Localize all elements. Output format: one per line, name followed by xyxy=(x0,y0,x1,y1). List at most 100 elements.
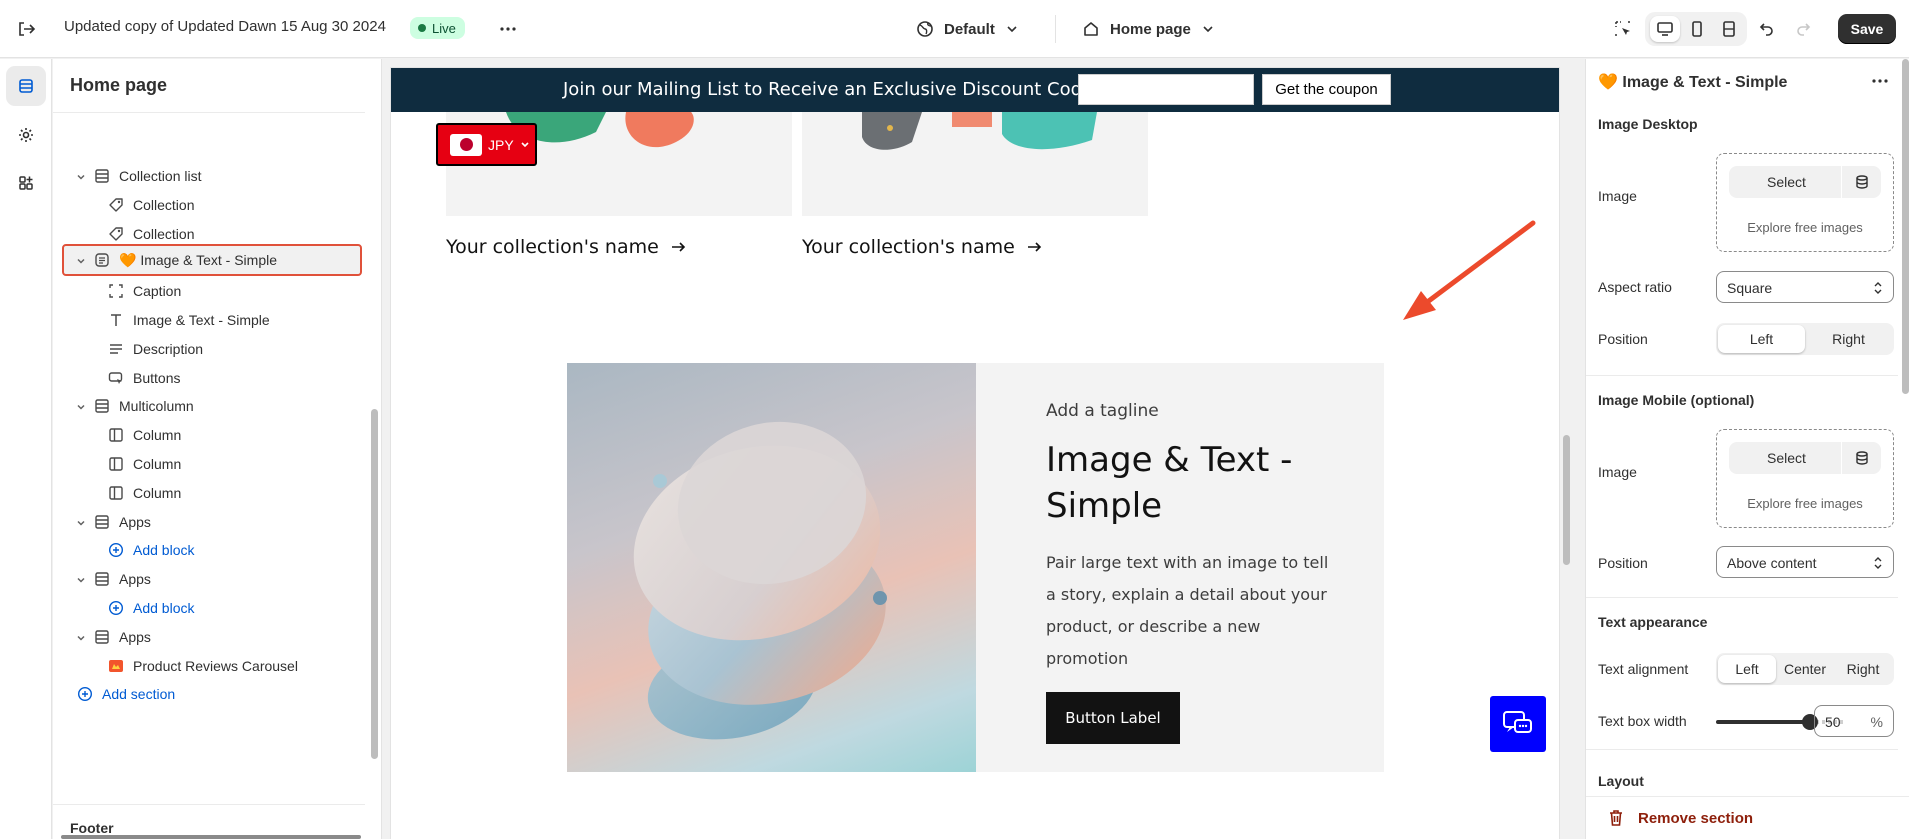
column-icon xyxy=(108,456,124,472)
chat-widget-button[interactable] xyxy=(1490,696,1546,752)
image-label: Image xyxy=(1598,188,1637,204)
add-section-button[interactable]: Add section xyxy=(62,678,362,710)
cta-button[interactable]: Button Label xyxy=(1046,692,1180,744)
divider xyxy=(53,804,365,805)
currency-code: JPY xyxy=(488,136,514,153)
tree-block-row[interactable]: Column xyxy=(62,419,362,451)
chevron-down-icon xyxy=(1203,26,1213,33)
image-mobile-heading: Image Mobile (optional) xyxy=(1598,392,1755,408)
page-selector[interactable]: Home page xyxy=(1082,15,1215,43)
chevron-down-icon[interactable] xyxy=(75,516,87,532)
section-icon xyxy=(94,168,110,184)
tree-block-row[interactable]: Description xyxy=(62,333,362,365)
aspect-ratio-label: Aspect ratio xyxy=(1598,279,1672,295)
sidebar-scrollbar[interactable] xyxy=(371,409,378,759)
globe-icon xyxy=(917,21,933,37)
desktop-view-icon[interactable] xyxy=(1650,16,1680,42)
redo-icon[interactable] xyxy=(1789,15,1817,43)
tree-row-label: Collection xyxy=(133,225,195,242)
section-icon xyxy=(94,514,110,530)
select-image-button[interactable]: Select xyxy=(1729,442,1881,474)
tree-section-row[interactable]: 🧡 Image & Text - Simple xyxy=(62,244,362,277)
more-actions-icon[interactable] xyxy=(1868,69,1892,93)
section-settings-panel: 🧡 Image & Text - Simple Image Desktop Im… xyxy=(1585,59,1909,839)
section-list-icon xyxy=(94,252,110,268)
currency-selector[interactable]: JPY xyxy=(436,123,537,166)
chevron-down-icon[interactable] xyxy=(75,170,87,186)
tree-block-row[interactable]: Collection xyxy=(62,189,362,221)
add-block-button[interactable]: Add block xyxy=(62,592,362,624)
tree-row-label: Column xyxy=(133,456,182,472)
tree-block-row[interactable]: Image & Text - Simple xyxy=(62,304,362,336)
position-right-option[interactable]: Right xyxy=(1805,325,1892,353)
arrow-right-icon xyxy=(671,242,685,252)
tree-row-label: Description xyxy=(133,340,204,357)
select-label: Select xyxy=(1767,174,1806,190)
get-coupon-button[interactable]: Get the coupon xyxy=(1262,74,1391,105)
add-block-button[interactable]: Add block xyxy=(62,534,362,566)
database-icon[interactable] xyxy=(1853,173,1871,191)
exit-icon[interactable] xyxy=(14,17,38,41)
select-image-button[interactable]: Select xyxy=(1729,166,1881,198)
tree-section-row[interactable]: Apps xyxy=(62,621,362,653)
tree-block-row[interactable]: Column xyxy=(62,448,362,480)
text-box-width-input[interactable]: 50 % xyxy=(1814,705,1894,737)
tree-row-label: Add block xyxy=(133,542,195,559)
chevron-down-icon[interactable] xyxy=(75,254,87,270)
tree-block-row[interactable]: Caption xyxy=(62,275,362,307)
chevron-down-icon[interactable] xyxy=(75,631,87,647)
caption-icon xyxy=(108,283,124,299)
chevron-down-icon xyxy=(1007,26,1017,33)
database-icon[interactable] xyxy=(1853,449,1871,467)
home-icon xyxy=(1084,22,1098,36)
collection-card-image[interactable] xyxy=(802,112,1148,216)
explore-free-images-link[interactable]: Explore free images xyxy=(1717,220,1893,235)
japan-flag-icon xyxy=(450,133,482,156)
email-input[interactable] xyxy=(1078,74,1254,105)
theme-settings-tab[interactable] xyxy=(6,115,46,155)
remove-section-button[interactable]: Remove section xyxy=(1638,810,1753,827)
inspector-icon[interactable] xyxy=(1609,15,1637,43)
save-button[interactable]: Save xyxy=(1838,14,1896,44)
width-slider-track[interactable] xyxy=(1716,720,1810,724)
more-actions-icon[interactable] xyxy=(496,17,520,41)
collection-link[interactable]: Your collection's name xyxy=(446,236,687,258)
app-embeds-tab[interactable] xyxy=(6,163,46,203)
mobile-view-icon[interactable] xyxy=(1682,16,1712,42)
position-left-option[interactable]: Left xyxy=(1718,325,1805,353)
tree-row-label: Collection list xyxy=(119,168,202,184)
undo-icon[interactable] xyxy=(1753,15,1781,43)
apps-icon xyxy=(19,176,33,190)
preview-scrollbar[interactable] xyxy=(1563,435,1570,565)
live-badge: Live xyxy=(410,17,465,39)
align-right-option[interactable]: Right xyxy=(1834,655,1892,683)
horizontal-scrollbar[interactable] xyxy=(61,835,361,839)
arrow-right-icon xyxy=(1027,242,1041,252)
text-box-width-label: Text box width xyxy=(1598,713,1687,729)
aspect-ratio-select[interactable]: Square xyxy=(1716,271,1894,303)
collection-link[interactable]: Your collection's name xyxy=(802,236,1043,258)
tree-section-row[interactable]: Collection list xyxy=(62,160,362,192)
banner-text: Join our Mailing List to Receive an Excl… xyxy=(563,79,1101,100)
tree-block-row[interactable]: Product Reviews Carousel xyxy=(62,650,362,682)
tree-section-row[interactable]: Apps xyxy=(62,506,362,538)
tree-block-row[interactable]: Column xyxy=(62,477,362,509)
theme-selector[interactable]: Default xyxy=(916,15,1019,43)
sections-tab[interactable] xyxy=(6,66,46,106)
chevron-down-icon[interactable] xyxy=(75,573,87,589)
align-left-option[interactable]: Left xyxy=(1718,655,1776,683)
text-alignment-label: Text alignment xyxy=(1598,661,1689,677)
tree-section-row[interactable]: Multicolumn xyxy=(62,390,362,422)
chevron-down-icon[interactable] xyxy=(75,400,87,416)
align-center-option[interactable]: Center xyxy=(1776,655,1834,683)
text-icon xyxy=(108,312,124,328)
tree-block-row[interactable]: Buttons xyxy=(62,362,362,394)
tree-section-row[interactable]: Apps xyxy=(62,563,362,595)
sections-sidebar: Home page Collection list Collection Colle… xyxy=(53,59,382,839)
mobile-position-select[interactable]: Above content xyxy=(1716,546,1894,578)
image-text-section[interactable]: Add a tagline Image & Text - Simple Pair… xyxy=(567,363,1384,772)
section-description: Pair large text with an image to tell a … xyxy=(1046,553,1329,668)
fullscreen-view-icon[interactable] xyxy=(1714,16,1744,42)
explore-free-images-link[interactable]: Explore free images xyxy=(1717,496,1893,511)
settings-scrollbar[interactable] xyxy=(1902,59,1909,394)
